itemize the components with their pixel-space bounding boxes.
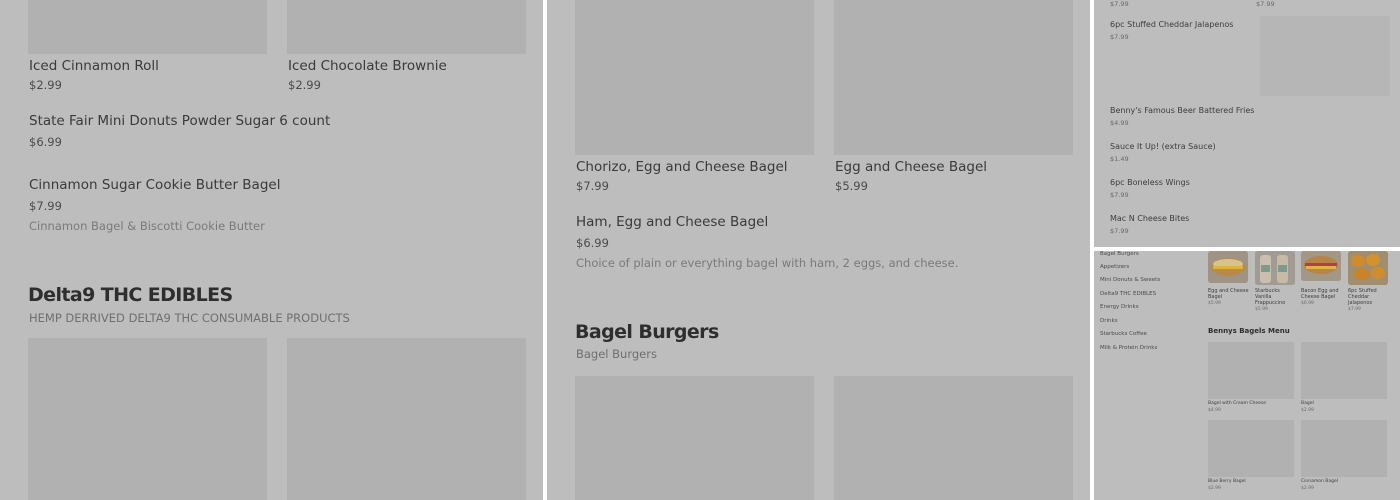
item-image-placeholder[interactable] xyxy=(287,338,526,500)
item-image-placeholder[interactable] xyxy=(287,0,526,54)
section-title: Delta9 THC EDIBLES xyxy=(28,284,233,306)
right-top-screenshot-panel: $7.99 $7.99 6pc Stuffed Cheddar Jalapeno… xyxy=(1094,0,1400,247)
bagel-sandwich-icon xyxy=(1208,251,1248,283)
item-image-placeholder[interactable] xyxy=(834,0,1073,155)
featured-item-price: $6.99 xyxy=(1301,301,1314,306)
item-price: $6.99 xyxy=(576,236,609,250)
featured-item-price: $5.99 xyxy=(1255,307,1268,312)
section-subtitle: HEMP DERRIVED DELTA9 THC CONSUMABLE PROD… xyxy=(29,311,350,325)
item-price: $6.99 xyxy=(29,135,62,149)
item-price: $7.99 xyxy=(29,199,62,213)
section-subtitle: Bagel Burgers xyxy=(576,347,657,361)
stuffed-jalapenos-image[interactable] xyxy=(1348,251,1388,285)
jalapeno-bites-icon xyxy=(1348,251,1388,285)
menu-item-title[interactable]: Cinnamon Bagel xyxy=(1301,479,1338,484)
item-title[interactable]: Cinnamon Sugar Cookie Butter Bagel xyxy=(29,177,280,193)
item-price: $7.99 xyxy=(1256,0,1275,8)
item-price: $2.99 xyxy=(29,78,62,92)
item-title[interactable]: Ham, Egg and Cheese Bagel xyxy=(576,214,768,230)
item-description: Choice of plain or everything bagel with… xyxy=(576,256,959,270)
item-title[interactable]: Chorizo, Egg and Cheese Bagel xyxy=(576,159,788,175)
category-nav-item[interactable]: Bagel Burgers xyxy=(1100,251,1139,257)
middle-screenshot-panel: Chorizo, Egg and Cheese Bagel $7.99 Egg … xyxy=(547,0,1090,500)
bacon-egg-bagel-image[interactable] xyxy=(1301,251,1341,281)
item-image-placeholder[interactable] xyxy=(834,376,1073,500)
menu-item-title[interactable]: Blue Berry Bagel xyxy=(1208,479,1246,484)
item-title[interactable]: Iced Cinnamon Roll xyxy=(29,58,159,74)
menu-section-title: Bennys Bagels Menu xyxy=(1208,327,1290,335)
category-nav-item[interactable]: Starbucks Coffee xyxy=(1100,331,1147,337)
bottle-icon xyxy=(1255,251,1295,285)
section-title: Bagel Burgers xyxy=(575,321,719,343)
item-title[interactable]: Mac N Cheese Bites xyxy=(1110,214,1189,223)
item-price: $1.49 xyxy=(1110,155,1129,163)
item-price: $4.99 xyxy=(1110,119,1129,127)
category-nav-item[interactable]: Delta9 THC EDIBLES xyxy=(1100,291,1156,297)
featured-item-price: $7.99 xyxy=(1348,307,1361,312)
item-title[interactable]: 6pc Boneless Wings xyxy=(1110,178,1190,187)
right-bottom-screenshot-panel: Bagel Burgers Appetizers Mini Donuts & S… xyxy=(1094,251,1400,500)
item-image-placeholder[interactable] xyxy=(1208,342,1294,399)
item-title[interactable]: State Fair Mini Donuts Powder Sugar 6 co… xyxy=(29,113,330,129)
item-title[interactable]: 6pc Stuffed Cheddar Jalapenos xyxy=(1110,20,1233,29)
featured-item-price: $5.99 xyxy=(1208,301,1221,306)
item-price: $5.99 xyxy=(835,179,868,193)
category-nav-item[interactable]: Appetizers xyxy=(1100,264,1129,270)
item-price: $7.99 xyxy=(576,179,609,193)
category-nav-item[interactable]: Energy Drinks xyxy=(1100,304,1139,310)
item-price: $7.99 xyxy=(1110,227,1129,235)
featured-item-title[interactable]: Egg and Cheese Bagel xyxy=(1208,288,1250,300)
item-title[interactable]: Iced Chocolate Brownie xyxy=(288,58,447,74)
left-screenshot-panel: Iced Cinnamon Roll $2.99 Iced Chocolate … xyxy=(0,0,543,500)
item-image-placeholder[interactable] xyxy=(1208,420,1294,477)
menu-item-price: $2.99 xyxy=(1301,408,1314,413)
item-price: $7.99 xyxy=(1110,0,1129,8)
egg-cheese-bagel-image[interactable] xyxy=(1208,251,1248,283)
item-image-placeholder[interactable] xyxy=(1301,342,1387,399)
featured-item-title[interactable]: Bacon Egg and Cheese Bagel xyxy=(1301,288,1343,300)
item-title[interactable]: Benny's Famous Beer Battered Fries xyxy=(1110,106,1254,115)
featured-item-title[interactable]: Starbucks Vanilla Frappuccino xyxy=(1255,288,1297,306)
item-price: $2.99 xyxy=(288,78,321,92)
item-price: $7.99 xyxy=(1110,191,1129,199)
featured-item-title[interactable]: 6pc Stuffed Cheddar Jalapenos xyxy=(1348,288,1390,306)
menu-item-title[interactable]: Bagel with Cream Cheese xyxy=(1208,401,1266,406)
menu-item-price: $4.99 xyxy=(1208,408,1221,413)
item-image-placeholder[interactable] xyxy=(575,376,814,500)
item-title[interactable]: Egg and Cheese Bagel xyxy=(835,159,987,175)
menu-item-price: $2.99 xyxy=(1208,486,1221,491)
item-description: Cinnamon Bagel & Biscotti Cookie Butter xyxy=(29,219,265,233)
item-title[interactable]: Sauce It Up! (extra Sauce) xyxy=(1110,142,1216,151)
item-image-placeholder[interactable] xyxy=(28,338,267,500)
item-price: $7.99 xyxy=(1110,33,1129,41)
frappuccino-image[interactable] xyxy=(1255,251,1295,285)
menu-item-title[interactable]: Bagel xyxy=(1301,401,1314,406)
item-image-placeholder[interactable] xyxy=(1301,420,1387,477)
category-nav-item[interactable]: Drinks xyxy=(1100,318,1118,324)
bagel-sandwich-icon xyxy=(1301,251,1341,281)
item-image-placeholder[interactable] xyxy=(575,0,814,155)
menu-item-price: $2.99 xyxy=(1301,486,1314,491)
item-image-placeholder[interactable] xyxy=(28,0,267,54)
item-image-placeholder[interactable] xyxy=(1260,16,1390,96)
category-nav-item[interactable]: Milk & Protein Drinks xyxy=(1100,345,1157,351)
category-nav-item[interactable]: Mini Donuts & Sweets xyxy=(1100,277,1160,283)
